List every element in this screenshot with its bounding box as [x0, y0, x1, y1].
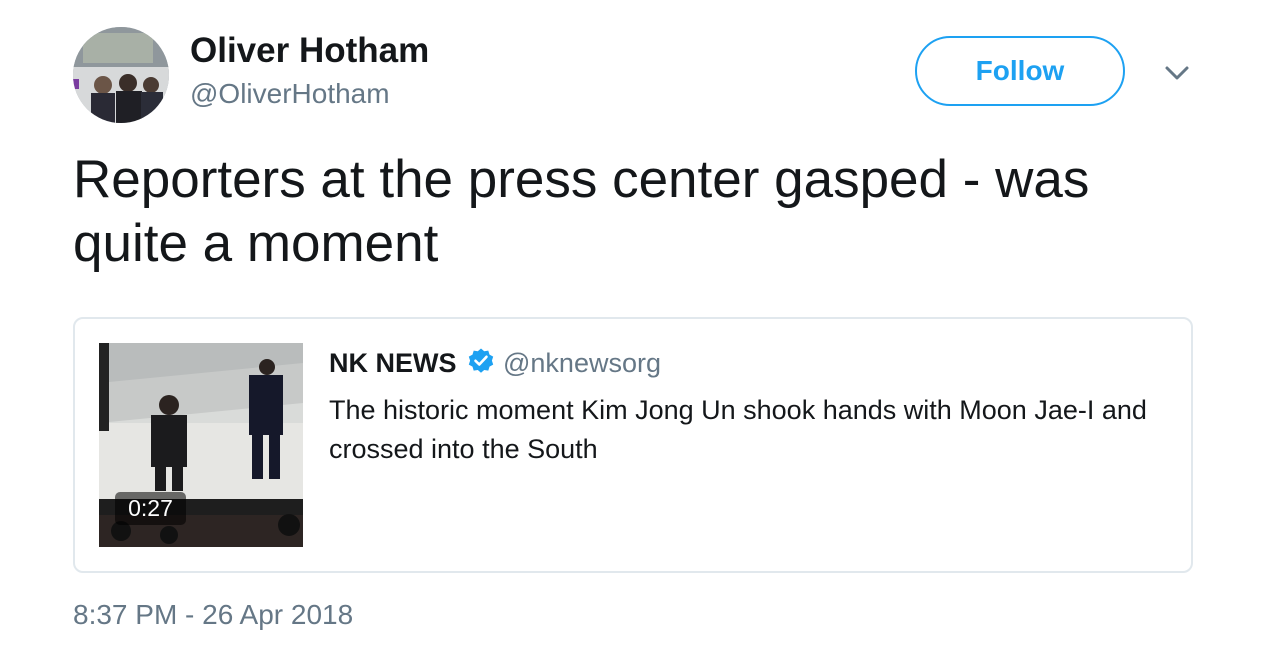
profile-photo — [73, 27, 169, 123]
follow-button[interactable]: Follow — [915, 36, 1125, 106]
author-display-name[interactable]: Oliver Hotham — [190, 31, 429, 71]
quoted-display-name[interactable]: NK NEWS — [329, 348, 457, 379]
avatar[interactable] — [73, 27, 169, 123]
video-duration: 0:27 — [115, 492, 186, 525]
verified-badge-icon — [467, 347, 495, 375]
author-handle[interactable]: @OliverHotham — [190, 78, 390, 110]
quoted-handle[interactable]: @nknewsorg — [503, 348, 661, 379]
chevron-down-icon[interactable] — [1162, 58, 1192, 88]
tweet-timestamp[interactable]: 8:37 PM - 26 Apr 2018 — [73, 599, 353, 631]
tweet-text: Reporters at the press center gasped - w… — [73, 150, 1090, 273]
quoted-tweet-card[interactable]: 0:27 NK NEWS @nknewsorg The historic mom… — [73, 317, 1193, 573]
quoted-tweet-text: The historic moment Kim Jong Un shook ha… — [329, 395, 1147, 464]
video-thumbnail[interactable]: 0:27 — [99, 343, 303, 547]
